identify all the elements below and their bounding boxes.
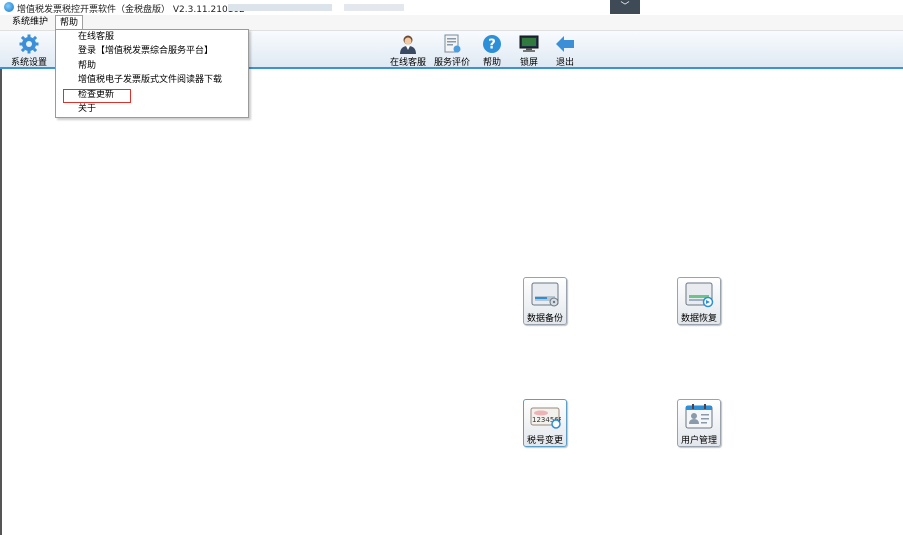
- window-title: 增值税发票税控开票软件（金税盘版） V2.3.11.210102: [17, 5, 245, 15]
- system-settings-button[interactable]: 系统设置: [7, 31, 51, 68]
- disk-restore-icon: [685, 282, 714, 308]
- service-rating-button[interactable]: 服务评价: [430, 31, 474, 68]
- document-icon: [444, 34, 461, 53]
- data-backup-tile[interactable]: 数据备份: [523, 277, 567, 325]
- svg-text:?: ?: [488, 38, 496, 53]
- disk-backup-icon: [531, 282, 559, 307]
- user-management-label: 用户管理: [680, 436, 717, 446]
- blurred-title-region: [228, 4, 332, 11]
- tax-id-card-icon: 123456F: [530, 407, 561, 429]
- user-card-icon: [685, 404, 713, 429]
- menu-item-login-platform[interactable]: 登录【增值税发票综合服务平台】: [78, 45, 213, 58]
- menu-help[interactable]: 帮助: [55, 15, 84, 30]
- title-bar: 增值税发票税控开票软件（金税盘版） V2.3.11.210102 ﹀: [0, 0, 903, 15]
- app-logo-icon: [4, 2, 14, 12]
- menu-item-about[interactable]: 关于: [78, 103, 96, 116]
- check-update-highlight-box: [63, 89, 131, 103]
- data-restore-label: 数据恢复: [680, 314, 717, 324]
- monitor-lock-icon: [519, 35, 539, 52]
- menu-item-reader-download[interactable]: 增值税电子发票版式文件阅读器下载: [78, 74, 222, 87]
- menu-item-online-service[interactable]: 在线客服: [78, 31, 114, 44]
- exit-button[interactable]: 退出: [543, 31, 587, 68]
- data-backup-label: 数据备份: [526, 314, 563, 324]
- blurred-title-region: [344, 4, 404, 11]
- menu-system-maintenance[interactable]: 系统维护: [8, 15, 52, 30]
- customer-service-icon: [400, 35, 416, 54]
- help-dropdown-menu: 在线客服 登录【增值税发票综合服务平台】 帮助 增值税电子发票版式文件阅读器下载…: [55, 29, 249, 118]
- gear-icon: [19, 34, 39, 54]
- window-dropdown-button[interactable]: ﹀: [610, 0, 640, 14]
- online-service-button[interactable]: 在线客服: [386, 31, 430, 68]
- menu-item-help[interactable]: 帮助: [78, 60, 96, 73]
- tax-id-change-tile[interactable]: 123456F 税号变更: [523, 399, 567, 447]
- left-border: [0, 69, 2, 535]
- help-icon: ?: [483, 35, 501, 53]
- tax-id-change-label: 税号变更: [526, 436, 563, 446]
- user-management-tile[interactable]: 用户管理: [677, 399, 721, 447]
- data-restore-tile[interactable]: 数据恢复: [677, 277, 721, 325]
- arrow-left-icon: [556, 36, 574, 52]
